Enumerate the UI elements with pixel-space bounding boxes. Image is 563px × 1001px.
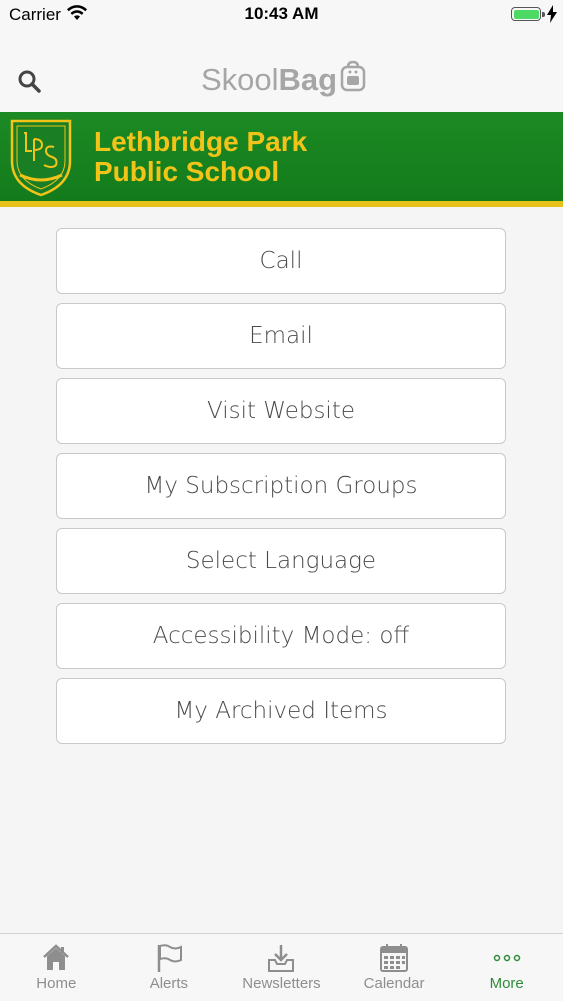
subscription-groups-button[interactable]: My Subscription Groups: [56, 453, 506, 519]
tab-home[interactable]: Home: [0, 934, 113, 1001]
backpack-icon: [339, 60, 367, 100]
tab-more-label: More: [489, 975, 524, 992]
home-icon: [41, 943, 71, 973]
school-name-line2: Public School: [94, 156, 280, 187]
tab-calendar-label: Calendar: [363, 975, 425, 992]
tab-bar: Home Alerts Newsletters Calendar More: [0, 933, 563, 1001]
school-crest-icon: [8, 117, 74, 197]
flag-icon: [154, 943, 184, 973]
tab-alerts[interactable]: Alerts: [113, 934, 226, 1001]
tab-home-label: Home: [36, 975, 77, 992]
email-button[interactable]: Email: [56, 303, 506, 369]
school-name-line1: Lethbridge Park: [94, 126, 308, 157]
calendar-icon: [379, 943, 409, 973]
select-language-button[interactable]: Select Language: [56, 528, 506, 594]
tab-calendar[interactable]: Calendar: [338, 934, 451, 1001]
school-name: Lethbridge Park Public School: [94, 127, 307, 187]
battery-icon: [511, 7, 541, 21]
search-icon[interactable]: [16, 68, 44, 96]
tab-newsletters-label: Newsletters: [242, 975, 321, 992]
clock-time: 10:43 AM: [244, 4, 319, 23]
more-dots-icon: [492, 943, 522, 973]
tab-alerts-label: Alerts: [149, 975, 189, 992]
tab-more[interactable]: More: [450, 934, 563, 1001]
inbox-download-icon: [266, 943, 296, 973]
charging-bolt-icon: [547, 5, 557, 28]
battery-cap: [542, 12, 545, 17]
call-button[interactable]: Call: [56, 228, 506, 294]
more-menu: Call Email Visit Website My Subscription…: [56, 228, 506, 753]
tab-newsletters[interactable]: Newsletters: [225, 934, 338, 1001]
accessibility-mode-button[interactable]: Accessibility Mode: off: [56, 603, 506, 669]
app-header: Skool Bag: [0, 30, 563, 113]
brand-skool-text: Skool: [201, 62, 279, 97]
status-bar: Carrier 10:43 AM: [0, 0, 563, 30]
school-banner-stripe: [0, 201, 563, 207]
archived-items-button[interactable]: My Archived Items: [56, 678, 506, 744]
visit-website-button[interactable]: Visit Website: [56, 378, 506, 444]
brand-bag-text: Bag: [278, 62, 338, 97]
skoolbag-logo: Skool Bag: [201, 60, 367, 100]
